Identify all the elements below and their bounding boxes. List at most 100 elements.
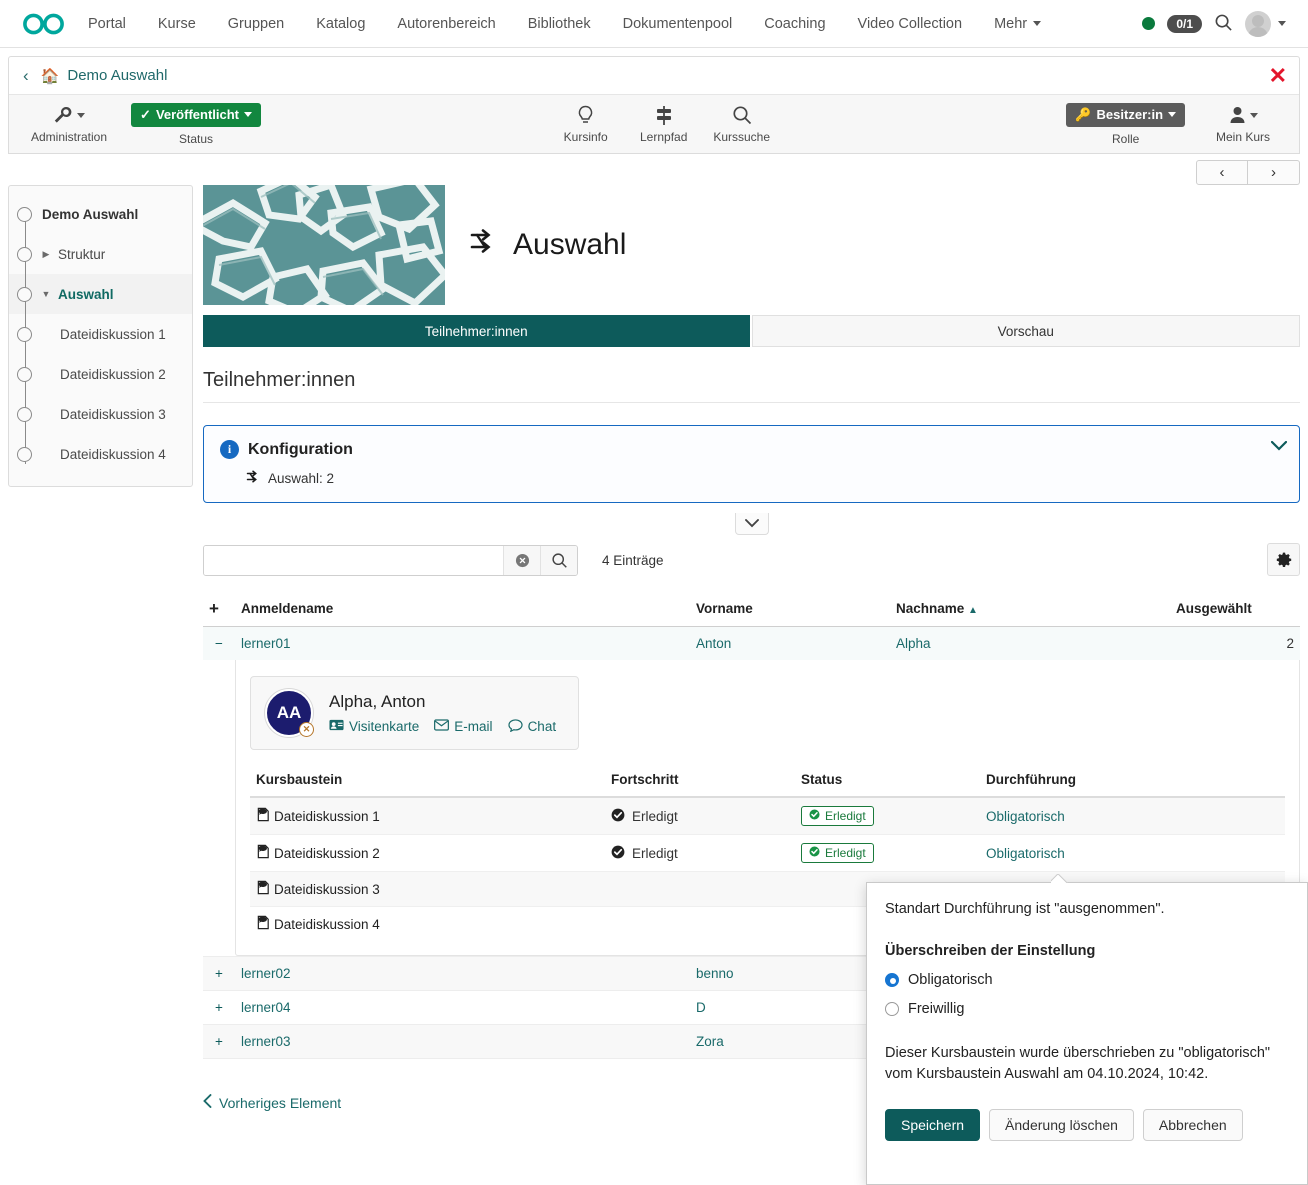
sidebar-item-dateidiskussion-4[interactable]: Dateidiskussion 4 <box>9 434 192 474</box>
chevron-down-icon[interactable] <box>1271 438 1287 455</box>
chevron-right-icon[interactable]: ▶ <box>38 249 54 260</box>
kursbaustein-label: Dateidiskussion 3 <box>274 882 380 897</box>
nav-item-coaching[interactable]: Coaching <box>748 10 841 38</box>
save-button[interactable]: Speichern <box>885 1109 980 1141</box>
col-anmeldename[interactable]: Anmeldename <box>235 596 690 627</box>
pager-prev-button[interactable]: ‹ <box>1196 160 1248 185</box>
sidebar-item-label: Dateidiskussion 3 <box>60 407 166 422</box>
cancel-button[interactable]: Abbrechen <box>1143 1109 1243 1141</box>
clear-circle-icon[interactable] <box>503 546 540 575</box>
radio-button-selected-icon[interactable] <box>885 973 899 987</box>
pager-next-button[interactable]: › <box>1248 160 1300 185</box>
nav-item-gruppen[interactable]: Gruppen <box>212 10 300 38</box>
user-menu[interactable] <box>1245 11 1286 37</box>
nav-item-video-collection[interactable]: Video Collection <box>842 10 979 38</box>
status-badge: Erledigt <box>801 806 874 826</box>
avatar[interactable]: AA ✕ <box>265 689 313 737</box>
kursbaustein-label: Dateidiskussion 2 <box>274 846 380 861</box>
cell-vorname[interactable]: benno <box>690 957 890 991</box>
cell-durchfuehrung[interactable]: Obligatorisch <box>980 835 1285 872</box>
nav-item-portal[interactable]: Portal <box>72 10 142 38</box>
search-input[interactable] <box>204 546 503 575</box>
previous-element-link[interactable]: Vorheriges Element <box>203 1094 341 1111</box>
infinity-logo-icon[interactable] <box>16 12 72 36</box>
nav-item-mehr-label: Mehr <box>994 16 1027 32</box>
nav-item-dokumentenpool[interactable]: Dokumentenpool <box>607 10 749 38</box>
breadcrumb-title[interactable]: Demo Auswahl <box>67 67 167 84</box>
sidebar-item-dateidiskussion-3[interactable]: Dateidiskussion 3 <box>9 394 192 434</box>
breadcrumb-back-icon[interactable]: ‹ <box>23 66 29 86</box>
expand-all-icon[interactable]: + <box>203 596 235 627</box>
search-submit-icon[interactable] <box>540 546 577 575</box>
user-card: AA ✕ Alpha, Anton <box>250 676 579 750</box>
expand-row-icon[interactable]: + <box>203 991 235 1025</box>
table-row[interactable]: − lerner01 Anton Alpha 2 <box>203 627 1300 661</box>
chevron-down-icon <box>77 113 85 118</box>
status-badge[interactable]: ✓ Veröffentlicht <box>131 103 261 127</box>
kursinfo-button[interactable]: Kursinfo <box>554 104 618 144</box>
expand-row-icon[interactable]: + <box>203 957 235 991</box>
nav-item-katalog[interactable]: Katalog <box>300 10 381 38</box>
cell-durchfuehrung[interactable]: Obligatorisch <box>980 797 1285 835</box>
kurssuche-button[interactable]: Kurssuche <box>710 104 774 144</box>
cell-nachname[interactable]: Alpha <box>890 627 1170 661</box>
fortschritt-cell: Erledigt <box>611 808 678 825</box>
sidebar-item-dateidiskussion-2[interactable]: Dateidiskussion 2 <box>9 354 192 394</box>
col-ausgewaehlt[interactable]: Ausgewählt <box>1170 596 1300 627</box>
search-icon[interactable] <box>1214 13 1233 35</box>
close-icon[interactable]: ✕ <box>1269 65 1287 87</box>
cell-anmeldename[interactable]: lerner01 <box>235 627 690 661</box>
status-badge-label: Veröffentlicht <box>156 107 239 122</box>
sidebar-item-dateidiskussion-1[interactable]: Dateidiskussion 1 <box>9 314 192 354</box>
expand-row-icon[interactable]: + <box>203 1025 235 1059</box>
fortschritt-label: Erledigt <box>632 809 678 824</box>
cell-vorname[interactable]: Anton <box>690 627 890 661</box>
cell-anmeldename[interactable]: lerner02 <box>235 957 690 991</box>
sidebar-item-label: Dateidiskussion 1 <box>60 327 166 342</box>
role-badge[interactable]: 🔑 Besitzer:in <box>1066 103 1185 127</box>
col-vorname[interactable]: Vorname <box>690 596 890 627</box>
visitenkarte-link[interactable]: Visitenkarte <box>329 719 419 734</box>
col-nachname[interactable]: Nachname ▲ <box>890 596 1170 627</box>
cell-vorname[interactable]: Zora <box>690 1025 890 1059</box>
collapse-row-icon[interactable]: − <box>203 627 235 661</box>
sidebar-item-struktur[interactable]: ▶ Struktur <box>9 234 192 274</box>
lernpfad-button[interactable]: Lernpfad <box>632 104 696 144</box>
chat-bubble-icon <box>508 719 523 735</box>
main-nav-links: Portal Kurse Gruppen Katalog Autorenbere… <box>72 10 1142 38</box>
chevron-down-icon[interactable]: ▼ <box>38 289 54 299</box>
collapse-toggle-button[interactable] <box>735 513 769 535</box>
col-fortschritt: Fortschritt <box>605 772 795 797</box>
nav-item-kurse[interactable]: Kurse <box>142 10 212 38</box>
inner-table-row: Dateidiskussion 1 <box>250 797 1285 835</box>
tab-vorschau[interactable]: Vorschau <box>752 315 1301 347</box>
cell-anmeldename[interactable]: lerner03 <box>235 1025 690 1059</box>
col-durchfuehrung: Durchführung <box>980 772 1285 797</box>
email-link[interactable]: E-mail <box>434 719 492 734</box>
radio-option-obligatorisch[interactable]: Obligatorisch <box>885 972 1289 988</box>
mein-kurs-button[interactable]: Mein Kurs <box>1211 104 1275 144</box>
radio-button-icon[interactable] <box>885 1002 899 1016</box>
gear-icon[interactable] <box>1267 543 1300 576</box>
nav-item-autorenbereich[interactable]: Autorenbereich <box>381 10 511 38</box>
sidebar-item-auswahl[interactable]: ▼ Auswahl <box>9 274 192 314</box>
sidebar-item-label: Dateidiskussion 4 <box>60 447 166 462</box>
cell-fortschritt: Erledigt <box>605 835 795 872</box>
notification-counter-badge[interactable]: 0/1 <box>1167 15 1202 33</box>
radio-option-freiwillig[interactable]: Freiwillig <box>885 1001 1289 1017</box>
nav-right-group: 0/1 <box>1142 11 1292 37</box>
cell-vorname[interactable]: D <box>690 991 890 1025</box>
sidebar-item-demo-auswahl[interactable]: Demo Auswahl <box>9 194 192 234</box>
sort-asc-icon: ▲ <box>968 605 978 616</box>
home-icon[interactable]: 🏠 <box>41 67 60 85</box>
nav-item-mehr[interactable]: Mehr <box>978 10 1057 38</box>
cell-anmeldename[interactable]: lerner04 <box>235 991 690 1025</box>
check-circle-filled-icon <box>809 809 820 823</box>
chevron-down-icon <box>1168 112 1176 117</box>
fortschritt-cell: Erledigt <box>611 845 678 862</box>
nav-item-bibliothek[interactable]: Bibliothek <box>512 10 607 38</box>
administration-button[interactable]: Administration <box>31 104 107 144</box>
tab-teilnehmer[interactable]: Teilnehmer:innen <box>203 315 750 347</box>
delete-change-button[interactable]: Änderung löschen <box>989 1109 1134 1141</box>
chat-link[interactable]: Chat <box>508 719 557 735</box>
